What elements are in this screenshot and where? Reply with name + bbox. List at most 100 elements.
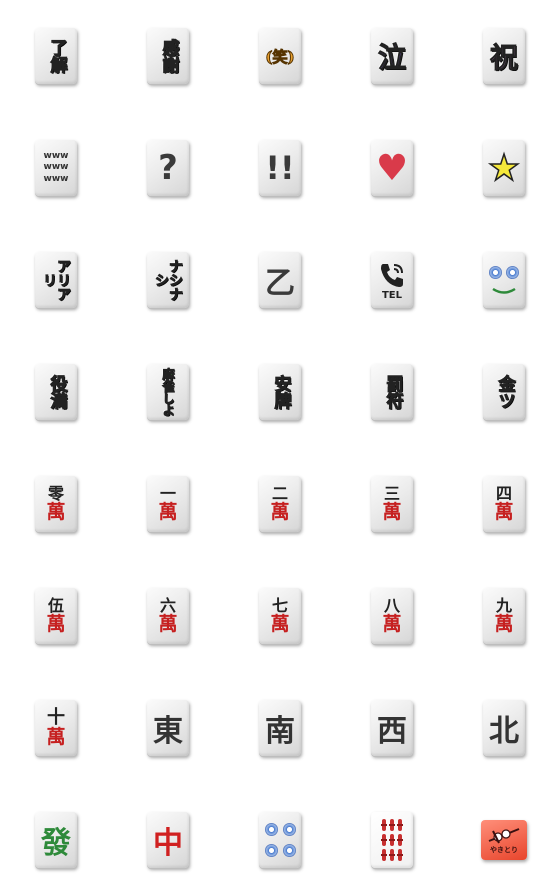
- nashi-text: ナシナシ: [153, 259, 184, 302]
- manzu-suit: 萬: [382, 501, 402, 523]
- cell-tel[interactable]: TEL: [336, 224, 448, 336]
- cell-exclaim[interactable]: !!: [224, 112, 336, 224]
- tile-www: www www www: [35, 140, 77, 196]
- yakuman-text: 役満: [46, 375, 67, 410]
- cell-anpai[interactable]: 安牌: [224, 336, 336, 448]
- manzu-number: 二: [271, 484, 288, 503]
- cell-sou[interactable]: [336, 784, 448, 896]
- cell-ari[interactable]: アリアリ: [0, 224, 112, 336]
- bamboo-row-middle: [381, 834, 403, 846]
- tile-north: 北: [483, 700, 525, 756]
- cell-question[interactable]: ?: [112, 112, 224, 224]
- manzu-suit: 萬: [46, 726, 66, 748]
- cell-east[interactable]: 東: [112, 672, 224, 784]
- cell-manzu-8[interactable]: 八 萬: [336, 560, 448, 672]
- manzu-number: 九: [495, 596, 512, 615]
- cell-manzu-10[interactable]: 十 萬: [0, 672, 112, 784]
- cell-heart[interactable]: ♥: [336, 112, 448, 224]
- pin-dot-icon: [264, 844, 278, 857]
- pin-dot-icon: [264, 823, 278, 836]
- smile-icon: [492, 287, 516, 294]
- cell-manzu-7[interactable]: 七 萬: [224, 560, 336, 672]
- tile-naki: 泣: [371, 28, 413, 84]
- manzu-number: 零: [47, 484, 64, 503]
- www-line-2: www: [43, 162, 69, 173]
- cell-iwai[interactable]: 祝: [448, 0, 560, 112]
- warai-text: (笑): [265, 47, 295, 66]
- cell-mahjong-shiyo[interactable]: 麻雀しよ: [112, 336, 224, 448]
- www-text: www www www: [44, 151, 69, 185]
- cell-warai[interactable]: (笑): [224, 0, 336, 112]
- tile-east: 東: [147, 700, 189, 756]
- tile-mahjong-shiyo: 麻雀しよ: [147, 364, 189, 420]
- tile-yakitori: やきとり: [481, 820, 527, 860]
- cell-west[interactable]: 西: [336, 672, 448, 784]
- manzu-suit: 萬: [494, 613, 514, 635]
- manzu-number: 一: [159, 484, 176, 503]
- cell-bappu[interactable]: 罰符: [336, 336, 448, 448]
- bamboo-stick-icon: [389, 819, 395, 831]
- cell-south[interactable]: 南: [224, 672, 336, 784]
- manzu-number: 十: [47, 707, 65, 728]
- bamboo-stick-icon: [397, 834, 403, 846]
- cell-star[interactable]: ★: [448, 112, 560, 224]
- pin-row-bottom: [264, 844, 296, 857]
- kintsu-text: 金ツ: [494, 375, 515, 410]
- manzu-number: 伍: [47, 596, 64, 615]
- cell-yakuman[interactable]: 役満: [0, 336, 112, 448]
- tile-manzu-3: 三 萬: [371, 476, 413, 532]
- tile-nashi: ナシナシ: [147, 252, 189, 308]
- cell-kintsu[interactable]: 金ツ: [448, 336, 560, 448]
- cell-nashi[interactable]: ナシナシ: [112, 224, 224, 336]
- cell-chun[interactable]: 中: [112, 784, 224, 896]
- tile-hatsu: 發: [35, 812, 77, 868]
- bamboo-stick-icon: [397, 849, 403, 861]
- hatsu-text: 發: [41, 826, 71, 861]
- cell-manzu-5[interactable]: 伍 萬: [0, 560, 112, 672]
- tile-warai: (笑): [259, 28, 301, 84]
- star-icon: ★: [487, 147, 521, 190]
- cell-manzu-0[interactable]: 零 萬: [0, 448, 112, 560]
- cell-manzu-3[interactable]: 三 萬: [336, 448, 448, 560]
- chun-text: 中: [153, 826, 183, 861]
- cell-otsu[interactable]: 乙: [224, 224, 336, 336]
- tile-question: ?: [147, 140, 189, 196]
- tile-iwai: 祝: [483, 28, 525, 84]
- cell-face[interactable]: [448, 224, 560, 336]
- west-wind-text: 西: [377, 714, 407, 749]
- cell-north[interactable]: 北: [448, 672, 560, 784]
- manzu-number: 六: [159, 596, 176, 615]
- tile-manzu-9: 九 萬: [483, 588, 525, 644]
- pin-dot-icon: [282, 823, 296, 836]
- cell-hatsu[interactable]: 發: [0, 784, 112, 896]
- cell-manzu-4[interactable]: 四 萬: [448, 448, 560, 560]
- cell-manzu-6[interactable]: 六 萬: [112, 560, 224, 672]
- cell-manzu-9[interactable]: 九 萬: [448, 560, 560, 672]
- tile-yakuman: 役満: [35, 364, 77, 420]
- kansha-text: 感謝: [158, 39, 179, 74]
- mahjong-shiyo-text: 麻雀しよ: [161, 368, 176, 417]
- iwai-text: 祝: [489, 41, 518, 75]
- emoji-grid: 了解 感謝 (笑) 泣 祝 www www www ? !! ♥ ★ アリアリ …: [0, 0, 560, 896]
- pin-dot-icon: [282, 844, 296, 857]
- heart-icon: ♥: [375, 147, 409, 189]
- cell-pin4[interactable]: [224, 784, 336, 896]
- tile-tel: TEL: [371, 252, 413, 308]
- manzu-number: 四: [495, 484, 512, 503]
- tile-otsu: 乙: [259, 252, 301, 308]
- manzu-suit: 萬: [158, 501, 178, 523]
- cell-yakitori[interactable]: やきとり: [448, 784, 560, 896]
- manzu-suit: 萬: [158, 613, 178, 635]
- cell-manzu-1[interactable]: 一 萬: [112, 448, 224, 560]
- tile-kintsu: 金ツ: [483, 364, 525, 420]
- bamboo-stick-icon: [381, 834, 387, 846]
- cell-www[interactable]: www www www: [0, 112, 112, 224]
- question-mark: ?: [158, 148, 178, 188]
- cell-manzu-2[interactable]: 二 萬: [224, 448, 336, 560]
- cell-naki[interactable]: 泣: [336, 0, 448, 112]
- tile-manzu-6: 六 萬: [147, 588, 189, 644]
- manzu-suit: 萬: [270, 501, 290, 523]
- cell-ryokai[interactable]: 了解: [0, 0, 112, 112]
- naki-text: 泣: [377, 41, 406, 75]
- cell-kansha[interactable]: 感謝: [112, 0, 224, 112]
